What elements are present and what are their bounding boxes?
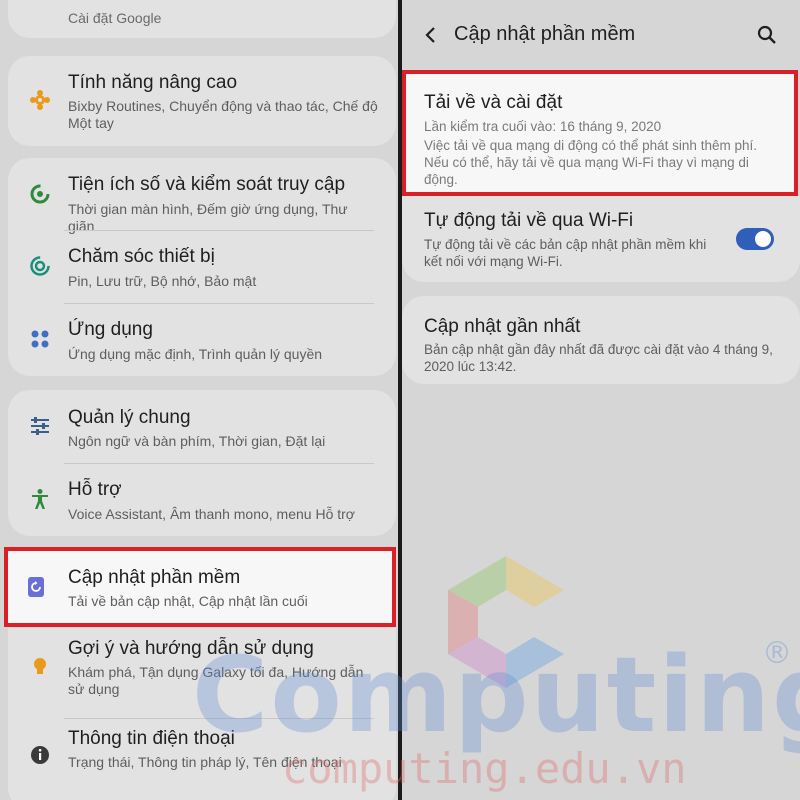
settings-item-title: Quản lý chung — [68, 407, 191, 428]
search-icon[interactable] — [754, 22, 780, 48]
settings-item-sub: Ngôn ngữ và bàn phím, Thời gian, Đặt lại — [68, 433, 326, 449]
settings-item-device-care[interactable]: Chăm sóc thiết bị Pin, Lưu trữ, Bộ nhớ, … — [8, 231, 396, 303]
settings-item-about-phone[interactable]: Thông tin điện thoại Trạng thái, Thông t… — [8, 719, 396, 799]
toggle-knob — [755, 231, 771, 247]
settings-item-title: Hỗ trợ — [68, 479, 122, 500]
card-tips-group: Gợi ý và hướng dẫn sử dụng Khám phá, Tận… — [8, 628, 396, 800]
accessibility-icon — [22, 481, 58, 517]
auto-wifi-sub: Tự động tải về các bản cập nhật phần mềm… — [424, 237, 707, 269]
settings-item-title: Tính năng nâng cao — [68, 72, 238, 93]
software-update-panel: Cập nhật phần mềm Tải về và cài đặt Lần … — [402, 0, 800, 800]
settings-item-title: Gợi ý và hướng dẫn sử dụng — [68, 638, 314, 659]
card-auto-wifi: Tự động tải về qua Wi-Fi Tự động tải về … — [402, 196, 800, 282]
settings-item-accessibility[interactable]: Hỗ trợ Voice Assistant, Âm thanh mono, m… — [8, 464, 396, 536]
settings-item-software-update[interactable]: Cập nhật phần mềm Tải về bản cập nhật, C… — [4, 547, 396, 627]
wellbeing-icon — [22, 176, 58, 212]
auto-wifi-title: Tự động tải về qua Wi-Fi — [424, 210, 634, 231]
settings-item-digital-wellbeing[interactable]: Tiện ích số và kiểm soát truy cập Thời g… — [8, 158, 396, 234]
settings-item-title: Cập nhật phần mềm — [68, 567, 241, 588]
last-update-item[interactable]: Cập nhật gần nhất Bản cập nhật gần đây n… — [402, 296, 800, 384]
device-care-icon — [22, 248, 58, 284]
settings-item-title: Ứng dụng — [68, 319, 153, 340]
settings-item-sub: Pin, Lưu trữ, Bộ nhớ, Bảo mật — [68, 273, 257, 289]
card-google[interactable]: Cài đặt Google — [8, 0, 396, 38]
settings-item-sub: Ứng dụng mặc định, Trình quản lý quyền — [68, 346, 323, 362]
settings-item-title: Tiện ích số và kiểm soát truy cập — [68, 174, 346, 195]
settings-item-sub: Bixby Routines, Chuyển động và thao tác,… — [68, 98, 378, 131]
download-and-install-item[interactable]: Tải về và cài đặt Lần kiểm tra cuối vào:… — [402, 70, 798, 196]
settings-item-advanced-features[interactable]: Tính năng nâng cao Bixby Routines, Chuyể… — [8, 56, 396, 146]
auto-wifi-toggle[interactable] — [736, 228, 774, 250]
last-update-sub: Bản cập nhật gần đây nhất đã được cài đặ… — [424, 342, 773, 374]
settings-item-sub: Trạng thái, Thông tin pháp lý, Tên điện … — [68, 754, 342, 770]
download-title: Tải về và cài đặt — [424, 92, 563, 113]
card-last-update: Cập nhật gần nhất Bản cập nhật gần đây n… — [402, 296, 800, 384]
settings-item-sub: Tải về bản cập nhật, Cập nhật lần cuối — [68, 593, 308, 609]
settings-item-apps[interactable]: Ứng dụng Ứng dụng mặc định, Trình quản l… — [8, 304, 396, 376]
last-update-title: Cập nhật gần nhất — [424, 316, 581, 337]
header-bar: Cập nhật phần mềm — [402, 0, 800, 70]
software-update-icon — [18, 569, 54, 605]
settings-list-panel: Cài đặt Google Tính năng nâng cao Bixby … — [0, 0, 398, 800]
puzzle-icon — [22, 82, 58, 118]
back-arrow-icon[interactable] — [418, 22, 444, 48]
settings-item-general-management[interactable]: Quản lý chung Ngôn ngữ và bàn phím, Thời… — [8, 390, 396, 462]
settings-item-sub: Voice Assistant, Âm thanh mono, menu Hỗ … — [68, 506, 355, 522]
card-advanced: Tính năng nâng cao Bixby Routines, Chuyể… — [8, 56, 396, 146]
page-title: Cập nhật phần mềm — [454, 23, 636, 45]
info-icon — [22, 737, 58, 773]
card-general-group: Quản lý chung Ngôn ngữ và bàn phím, Thời… — [8, 390, 396, 536]
settings-item-tips[interactable]: Gợi ý và hướng dẫn sử dụng Khám phá, Tận… — [8, 628, 396, 718]
settings-item-title: Thông tin điện thoại — [68, 728, 235, 749]
auto-wifi-item[interactable]: Tự động tải về qua Wi-Fi Tự động tải về … — [402, 196, 800, 282]
card-wellbeing-group: Tiện ích số và kiểm soát truy cập Thời g… — [8, 158, 396, 376]
google-settings-sub: Cài đặt Google — [68, 10, 162, 26]
settings-item-title: Chăm sóc thiết bị — [68, 246, 215, 267]
settings-item-sub: Khám phá, Tận dụng Galaxy tối đa, Hướng … — [68, 664, 364, 697]
last-checked-text: Lần kiểm tra cuối vào: 16 tháng 9, 2020 — [424, 119, 662, 134]
apps-grid-icon — [22, 321, 58, 357]
sliders-icon — [22, 408, 58, 444]
lightbulb-icon — [22, 648, 58, 684]
mobile-data-note: Việc tải về qua mạng di động có thể phát… — [424, 138, 757, 187]
